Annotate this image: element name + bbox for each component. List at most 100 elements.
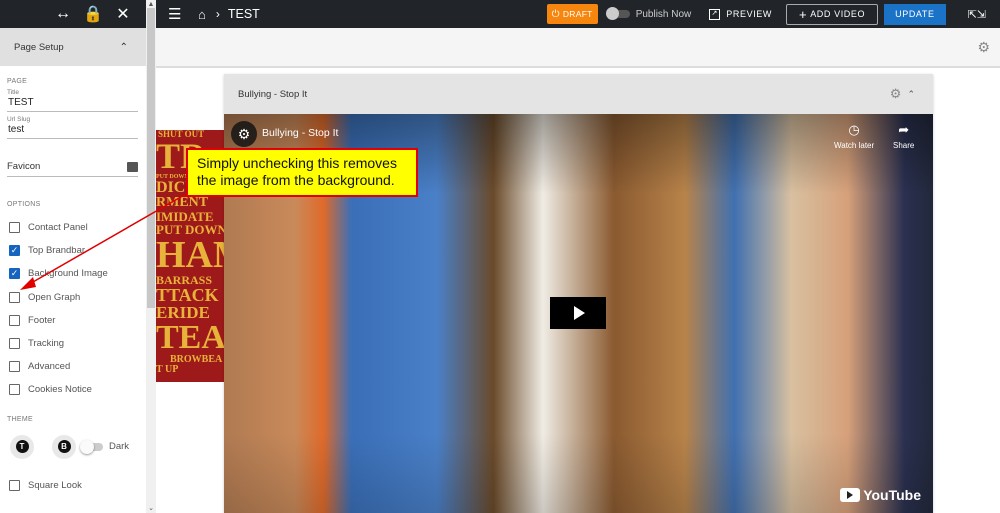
draft-button[interactable]: ⏻ DRAFT	[546, 4, 598, 24]
option-tracking[interactable]: Tracking	[7, 332, 138, 355]
page-label: PAGE	[7, 78, 28, 85]
option-contact-panel[interactable]: Contact Panel	[7, 216, 138, 239]
draft-label: DRAFT	[562, 9, 593, 19]
option-advanced[interactable]: Advanced	[7, 355, 138, 378]
checkbox-background-image[interactable]: ✓	[9, 268, 20, 280]
breadcrumb-chevron-icon: ›	[215, 7, 220, 21]
share-button[interactable]: ➦ Share	[893, 122, 914, 150]
page-setup-header[interactable]: Page Setup ⌃	[0, 28, 146, 66]
lock-icon[interactable]: 🔒	[78, 0, 108, 28]
bg-word: HAM	[156, 234, 224, 276]
bg-word: TEAS	[156, 319, 224, 356]
option-footer[interactable]: Footer	[7, 309, 138, 332]
option-label: Top Brandbar	[28, 245, 86, 257]
option-label: Footer	[28, 314, 56, 326]
annotation-callout: Simply unchecking this removes the image…	[186, 148, 418, 197]
theme-controls: T B Dark	[7, 433, 138, 461]
option-label: Cookies Notice	[28, 384, 92, 396]
update-label: UPDATE	[895, 9, 935, 19]
callout-line-2: the image from the background.	[197, 172, 395, 188]
image-icon[interactable]	[127, 161, 138, 172]
checkbox-advanced[interactable]	[9, 361, 20, 373]
sidebar-scrollbar[interactable]: ▲ ⌄	[146, 0, 156, 513]
power-icon: ⏻	[551, 8, 560, 20]
preview-label: PREVIEW	[726, 9, 772, 19]
checkbox-open-graph[interactable]	[9, 291, 20, 303]
gear-icon[interactable]: ⚙	[977, 39, 990, 56]
checkbox-square-look[interactable]	[9, 479, 20, 491]
theme-top-button[interactable]: T	[10, 434, 34, 459]
preview-button[interactable]: ↗ PREVIEW	[709, 8, 772, 20]
update-button[interactable]: UPDATE	[884, 3, 946, 25]
scroll-up-icon[interactable]: ▲	[146, 1, 156, 8]
options-label: OPTIONS	[7, 201, 41, 208]
watch-later-label: Watch later	[834, 141, 875, 150]
checkbox-footer[interactable]	[9, 314, 20, 326]
theme-bottom-label: B	[57, 440, 71, 453]
option-square-look[interactable]: Square Look	[7, 474, 138, 497]
video-card: Bullying - Stop It ⚙ ⌃ ⚙ Bullying - Stop…	[224, 74, 933, 513]
youtube-brand: YouTube	[863, 487, 921, 503]
url-slug-label: Url Slug	[7, 116, 31, 123]
page-setup-sidebar: ↔ 🔒 ✕ Page Setup ⌃ PAGE Title TEST Url S…	[0, 0, 146, 513]
title-input[interactable]: TEST	[7, 96, 138, 111]
plus-icon: +	[799, 6, 808, 22]
resize-horizontal-icon[interactable]: ↔	[48, 0, 78, 28]
gear-icon[interactable]: ⚙	[890, 86, 902, 102]
url-slug-input[interactable]: test	[7, 123, 138, 138]
checkbox-cookies-notice[interactable]	[9, 384, 20, 396]
title-field-label: Title	[7, 89, 20, 96]
youtube-logo[interactable]: YouTube	[840, 487, 921, 503]
play-button[interactable]	[550, 297, 606, 329]
option-top-brandbar[interactable]: ✓ Top Brandbar	[7, 239, 138, 262]
hamburger-menu-icon[interactable]: ☰	[168, 5, 186, 23]
add-video-button[interactable]: + ADD VIDEO	[786, 3, 879, 25]
favicon-label: Favicon	[7, 161, 41, 172]
option-background-image[interactable]: ✓ Background Image	[7, 262, 138, 285]
dark-toggle[interactable]	[80, 439, 103, 454]
app-root: ↔ 🔒 ✕ Page Setup ⌃ PAGE Title TEST Url S…	[0, 0, 1000, 513]
url-slug-field[interactable]: Url Slug test	[7, 116, 138, 139]
publish-toggle[interactable]	[605, 7, 630, 20]
channel-gear-icon[interactable]: ⚙	[231, 121, 257, 147]
option-open-graph[interactable]: Open Graph	[7, 286, 138, 309]
checkbox-tracking[interactable]	[9, 338, 20, 350]
favicon-field[interactable]: Favicon	[7, 161, 138, 177]
chevron-up-icon[interactable]: ⌃	[120, 42, 128, 53]
option-label: Tracking	[28, 338, 65, 350]
title-field[interactable]: Title TEST	[7, 89, 138, 112]
share-label: Share	[893, 141, 915, 150]
bg-word: T UP	[156, 364, 179, 375]
add-video-label: ADD VIDEO	[810, 9, 866, 19]
clock-icon: ◷	[848, 122, 860, 137]
chevron-up-icon[interactable]: ⌃	[907, 89, 915, 100]
video-card-header: Bullying - Stop It ⚙ ⌃	[224, 74, 933, 114]
callout-line-1: Simply unchecking this removes	[197, 155, 397, 171]
checkbox-top-brandbar[interactable]: ✓	[9, 245, 20, 257]
section-title: Page Setup	[14, 41, 64, 53]
share-icon: ➦	[898, 122, 910, 137]
external-link-icon: ↗	[709, 8, 721, 20]
video-title[interactable]: Bullying - Stop It	[262, 127, 338, 139]
dark-label: Dark	[109, 441, 130, 452]
scroll-down-icon[interactable]: ⌄	[146, 504, 156, 512]
video-card-title: Bullying - Stop It	[238, 88, 308, 100]
close-icon[interactable]: ✕	[108, 0, 138, 28]
theme-top-label: T	[15, 440, 29, 453]
bg-word: TTACK	[156, 285, 219, 305]
home-icon[interactable]: ⌂	[198, 7, 206, 22]
option-cookies-notice[interactable]: Cookies Notice	[7, 378, 138, 401]
option-label: Contact Panel	[28, 222, 88, 234]
scrollbar-thumb[interactable]	[147, 8, 155, 308]
theme-label: THEME	[7, 415, 33, 423]
page-toolbar: ⚙	[156, 28, 1000, 68]
theme-bottom-button[interactable]: B	[52, 434, 76, 459]
fullscreen-exit-icon[interactable]: ⇱⇲	[968, 8, 986, 21]
youtube-play-icon	[840, 488, 861, 502]
option-label: Square Look	[28, 479, 82, 491]
sidebar-toolbar: ↔ 🔒 ✕	[0, 0, 146, 28]
checkbox-contact-panel[interactable]	[9, 222, 20, 234]
watch-later-button[interactable]: ◷ Watch later	[834, 122, 874, 150]
option-label: Open Graph	[28, 291, 81, 303]
breadcrumb-title[interactable]: TEST	[228, 7, 260, 21]
